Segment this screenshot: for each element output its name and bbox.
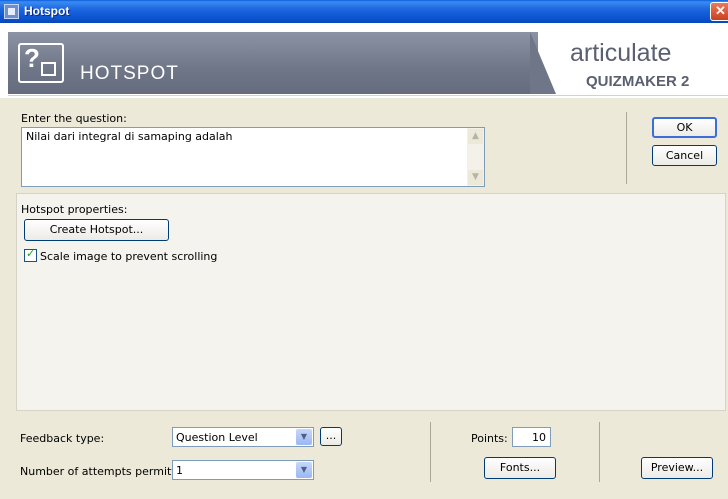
chevron-down-icon[interactable]: ▼: [296, 429, 312, 445]
button-separator: [626, 112, 627, 184]
question-label: Enter the question:: [21, 112, 127, 125]
attempts-value: 1: [176, 464, 183, 477]
feedback-type-value: Question Level: [176, 431, 258, 444]
title-bar[interactable]: Hotspot ✕: [0, 0, 728, 23]
create-hotspot-button[interactable]: Create Hotspot...: [24, 219, 169, 241]
points-input[interactable]: 10: [512, 427, 551, 447]
hotspot-question-icon: ?: [18, 43, 64, 83]
brand-logo-text: articulate: [570, 39, 672, 67]
close-button[interactable]: ✕: [710, 2, 728, 21]
attempts-label: Number of attempts permitted:: [20, 465, 194, 478]
scale-image-label: Scale image to prevent scrolling: [40, 250, 218, 263]
points-value: 10: [532, 431, 546, 444]
fonts-button[interactable]: Fonts...: [484, 457, 556, 479]
window-title: Hotspot: [24, 4, 70, 18]
hotspot-properties-label: Hotspot properties:: [21, 203, 128, 216]
banner-heading: HOTSPOT: [80, 63, 179, 84]
footer-separator-right: [599, 422, 600, 482]
checkmark-icon: ✓: [26, 247, 36, 260]
chevron-down-icon[interactable]: ▼: [296, 462, 312, 478]
preview-button[interactable]: Preview...: [641, 457, 713, 479]
brand-product-text: QUIZMAKER 2: [586, 73, 690, 90]
question-text: Nilai dari integral di samaping adalah: [26, 130, 233, 143]
banner-divider: [8, 95, 728, 96]
attempts-select[interactable]: 1 ▼: [172, 460, 314, 480]
question-textarea[interactable]: Nilai dari integral di samaping adalah ▲…: [21, 127, 485, 187]
points-label: Points:: [471, 432, 508, 445]
hotspot-dialog: Hotspot ✕ ? HOTSPOT articulate QUIZMAKER…: [0, 0, 728, 499]
scroll-down-icon[interactable]: ▼: [468, 170, 483, 185]
close-icon: ✕: [715, 3, 726, 18]
app-icon: [4, 4, 19, 19]
footer-separator-left: [430, 422, 431, 482]
ok-button[interactable]: OK: [652, 117, 717, 138]
scroll-up-icon[interactable]: ▲: [468, 129, 483, 144]
question-scrollbar[interactable]: ▲ ▼: [467, 128, 484, 186]
feedback-type-label: Feedback type:: [20, 432, 105, 445]
header-banner: ? HOTSPOT articulate QUIZMAKER 2: [0, 23, 728, 98]
feedback-more-button[interactable]: ...: [320, 427, 342, 446]
scale-image-checkbox[interactable]: ✓: [24, 247, 37, 262]
cancel-button[interactable]: Cancel: [652, 145, 717, 166]
feedback-type-select[interactable]: Question Level ▼: [172, 427, 314, 447]
